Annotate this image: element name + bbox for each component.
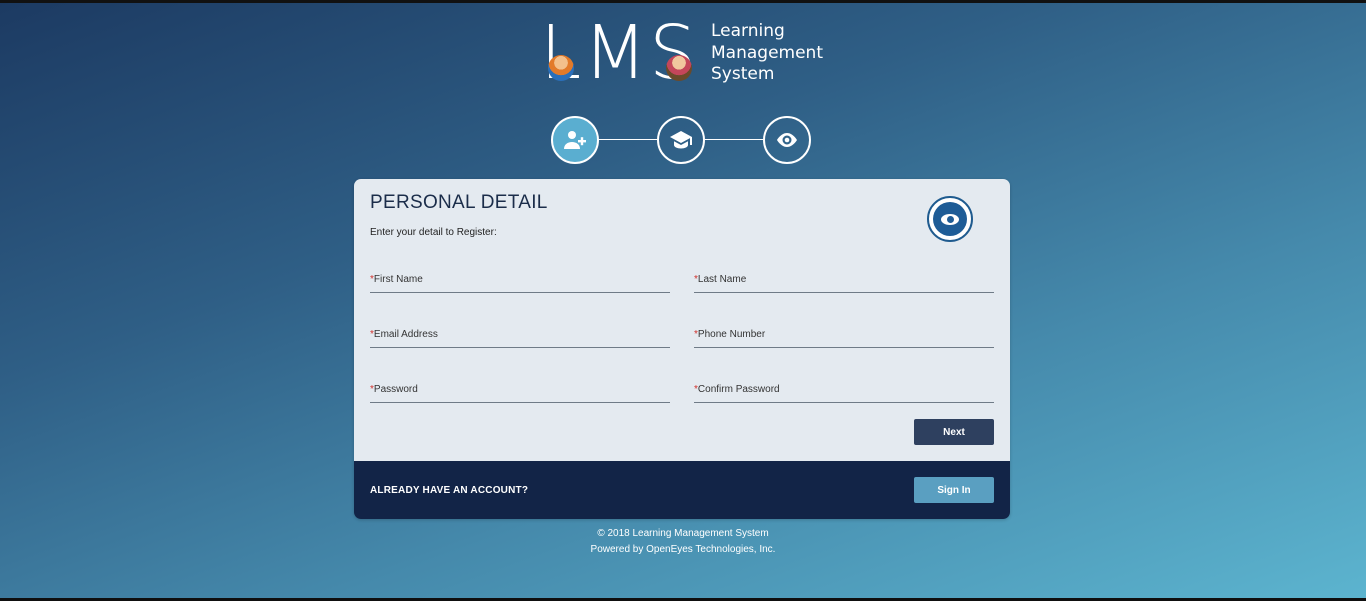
copyright-text: © 2018 Learning Management System xyxy=(597,528,769,539)
signin-band: ALREADY HAVE AN ACCOUNT? Sign In xyxy=(354,461,1010,519)
confirm-password-label: Confirm Password xyxy=(697,384,780,395)
step-personal-detail[interactable] xyxy=(551,116,599,164)
lms-logo: LMS Learning Management System xyxy=(540,13,840,93)
logo-line-system: System xyxy=(711,64,775,84)
openeyes-logo xyxy=(927,196,973,242)
password-label: Password xyxy=(373,384,418,395)
children-books-illustration xyxy=(666,55,692,81)
logo-subtitle: Learning Management System xyxy=(711,21,823,86)
logo-line-management: Management xyxy=(711,42,823,63)
registration-stepper xyxy=(551,116,812,164)
step-review[interactable] xyxy=(763,116,811,164)
step-connector xyxy=(599,139,657,140)
logo-line-learning: Learning xyxy=(711,21,785,41)
form-subtitle: Enter your detail to Register: xyxy=(370,227,497,238)
confirm-password-field[interactable]: *Confirm Password xyxy=(694,376,994,403)
openeyes-eye-icon xyxy=(941,213,959,225)
child-reading-illustration xyxy=(548,55,574,81)
logo-letters: LMS xyxy=(540,10,699,96)
user-plus-icon xyxy=(564,131,586,149)
phone-field[interactable]: *Phone Number xyxy=(694,321,994,348)
email-field[interactable]: *Email Address xyxy=(370,321,670,348)
step-education[interactable] xyxy=(657,116,705,164)
email-label: Email Address xyxy=(373,329,438,340)
step-connector xyxy=(705,139,763,140)
powered-by-text: Powered by OpenEyes Technologies, Inc. xyxy=(590,544,776,555)
graduation-cap-icon xyxy=(670,131,692,149)
registration-card: PERSONAL DETAIL Enter your detail to Reg… xyxy=(354,179,1010,519)
sign-in-button[interactable]: Sign In xyxy=(914,477,994,503)
last-name-label: Last Name xyxy=(697,274,747,285)
phone-label: Phone Number xyxy=(697,329,766,340)
eye-icon xyxy=(777,133,797,147)
form-title: PERSONAL DETAIL xyxy=(370,192,548,213)
first-name-field[interactable]: *First Name xyxy=(370,266,670,293)
already-have-account-text: ALREADY HAVE AN ACCOUNT? xyxy=(370,485,529,496)
first-name-label: First Name xyxy=(373,274,423,285)
password-field[interactable]: *Password xyxy=(370,376,670,403)
personal-detail-section: PERSONAL DETAIL Enter your detail to Reg… xyxy=(354,179,1010,461)
last-name-field[interactable]: *Last Name xyxy=(694,266,994,293)
next-button[interactable]: Next xyxy=(914,419,994,445)
